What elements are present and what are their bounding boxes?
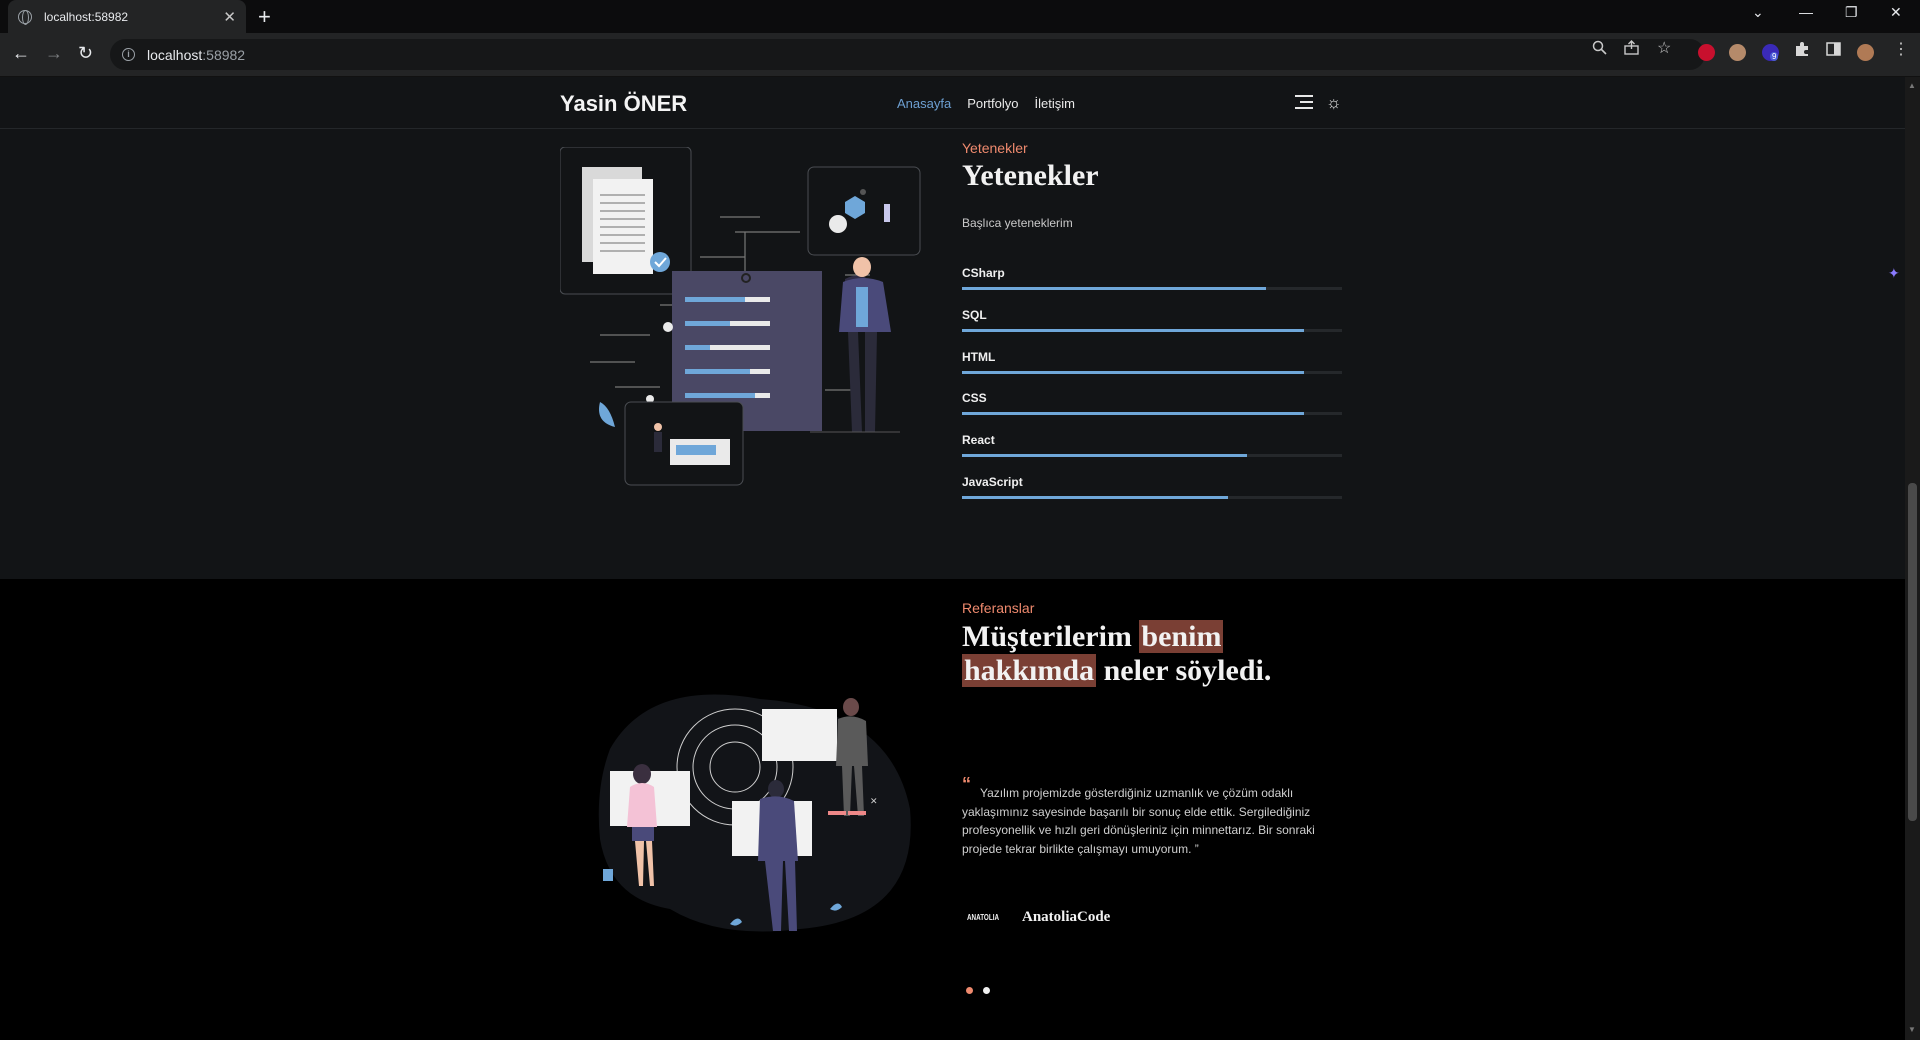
skill-item: CSharp xyxy=(962,266,1342,290)
scroll-down-icon[interactable]: ▼ xyxy=(1908,1025,1916,1034)
close-icon[interactable]: ✕ xyxy=(223,8,236,26)
brand-logo[interactable]: Yasin ÖNER xyxy=(560,91,687,117)
skills-eyebrow: Yetenekler xyxy=(962,140,1028,156)
reload-icon[interactable]: ↻ xyxy=(78,43,93,64)
skill-name: CSharp xyxy=(962,266,1005,280)
page-scrollbar[interactable]: ▲ ▼ xyxy=(1905,77,1920,1040)
back-icon[interactable]: ← xyxy=(12,43,30,64)
forward-icon[interactable]: → xyxy=(45,43,63,64)
zoom-icon[interactable] xyxy=(1592,40,1607,58)
browser-tab-strip: localhost:58982 ✕ + ⌄ — ❐ ✕ xyxy=(0,0,1920,33)
skill-item: CSS xyxy=(962,391,1342,415)
info-icon[interactable]: i xyxy=(122,48,135,61)
site-header: Yasin ÖNER Anasayfa Portfolyo İletişim ☼ xyxy=(0,77,1905,129)
references-title: Müşterilerim benim hakkımda neler söyledi… xyxy=(962,620,1272,687)
slider-dot-1[interactable] xyxy=(966,987,973,994)
skill-name: HTML xyxy=(962,350,996,364)
skill-bar xyxy=(962,496,1342,499)
skill-name: JavaScript xyxy=(962,475,1023,489)
skill-bar-fill xyxy=(962,329,1304,332)
more-icon[interactable]: ⋮ xyxy=(1893,39,1909,59)
nav-home[interactable]: Anasayfa xyxy=(897,96,951,111)
tab-title: localhost:58982 xyxy=(44,9,129,24)
svg-text:✕: ✕ xyxy=(870,796,878,806)
extension-blue-icon[interactable]: 9 xyxy=(1762,44,1779,61)
extension-face-icon[interactable] xyxy=(1729,44,1746,61)
sparkle-icon[interactable]: ✦ xyxy=(1888,265,1900,282)
references-section: ✕ Referanslar Müşterilerim benim hakkımda… xyxy=(0,579,1905,1040)
slider-dot-2[interactable] xyxy=(983,987,990,994)
globe-icon xyxy=(18,9,32,25)
plus-icon[interactable]: + xyxy=(258,4,271,30)
skill-bar xyxy=(962,329,1342,332)
skill-bar-fill xyxy=(962,371,1304,374)
menu-icon[interactable] xyxy=(1295,95,1313,113)
star-icon[interactable]: ☆ xyxy=(1657,38,1671,58)
company-name: AnatoliaCode xyxy=(1022,909,1111,925)
skill-bar-fill xyxy=(962,412,1304,415)
extension-red-icon[interactable] xyxy=(1698,44,1715,61)
main-nav: Anasayfa Portfolyo İletişim xyxy=(897,96,1075,111)
skill-name: CSS xyxy=(962,391,987,405)
skills-illustration xyxy=(560,147,921,486)
restore-icon[interactable]: ❐ xyxy=(1845,4,1858,21)
scroll-thumb[interactable] xyxy=(1908,483,1917,821)
page-viewport: Yasin ÖNER Anasayfa Portfolyo İletişim ☼ xyxy=(0,77,1905,1040)
nav-portfolio[interactable]: Portfolyo xyxy=(967,96,1018,111)
skill-item: SQL xyxy=(962,308,1342,332)
nav-contact[interactable]: İletişim xyxy=(1035,96,1075,111)
address-bar[interactable]: i localhost:58982 xyxy=(110,39,1705,70)
skills-subtitle: Başlıca yeteneklerim xyxy=(962,216,1073,230)
scroll-up-icon[interactable]: ▲ xyxy=(1908,81,1916,90)
company-logo: ANATOLIA xyxy=(967,913,999,922)
tab-search-icon[interactable]: ⌄ xyxy=(1752,4,1764,21)
skill-bar-fill xyxy=(962,454,1247,457)
skills-title: Yetenekler xyxy=(962,159,1099,192)
skills-section: Yetenekler Yetenekler Başlıca yetenekler… xyxy=(0,129,1905,579)
references-eyebrow: Referanslar xyxy=(962,600,1035,616)
skill-item: HTML xyxy=(962,350,1342,374)
references-illustration: ✕ xyxy=(598,694,911,932)
skill-item: React xyxy=(962,433,1342,457)
sun-icon[interactable]: ☼ xyxy=(1326,93,1342,113)
extension-badge: 9 xyxy=(1770,52,1779,61)
skill-bar xyxy=(962,371,1342,374)
window-close-icon[interactable]: ✕ xyxy=(1890,4,1902,21)
skill-bar xyxy=(962,454,1342,457)
browser-toolbar: ← → ↻ i localhost:58982 ☆ 9 ⋮ xyxy=(0,33,1920,77)
skill-name: React xyxy=(962,433,995,447)
browser-tab[interactable]: localhost:58982 ✕ xyxy=(8,0,246,33)
skill-bar-fill xyxy=(962,287,1266,290)
testimonial-quote: Yazılım projemizde gösterdiğiniz uzmanlı… xyxy=(962,786,1315,856)
url-text: localhost:58982 xyxy=(147,46,246,63)
share-icon[interactable] xyxy=(1624,40,1639,58)
title-highlight: hakkımda xyxy=(962,654,1097,687)
skill-item: JavaScript xyxy=(962,475,1342,499)
puzzle-icon[interactable] xyxy=(1794,41,1810,60)
skill-bar xyxy=(962,412,1342,415)
minimize-icon[interactable]: — xyxy=(1799,4,1813,20)
svg-text:ANATOLIA: ANATOLIA xyxy=(967,913,999,922)
sidepanel-icon[interactable] xyxy=(1826,42,1841,59)
profile-icon[interactable] xyxy=(1857,44,1874,61)
skill-bar xyxy=(962,287,1342,290)
slider-pagination xyxy=(966,987,990,994)
title-highlight: benim xyxy=(1139,620,1224,653)
skill-name: SQL xyxy=(962,308,987,322)
skill-bar-fill xyxy=(962,496,1228,499)
